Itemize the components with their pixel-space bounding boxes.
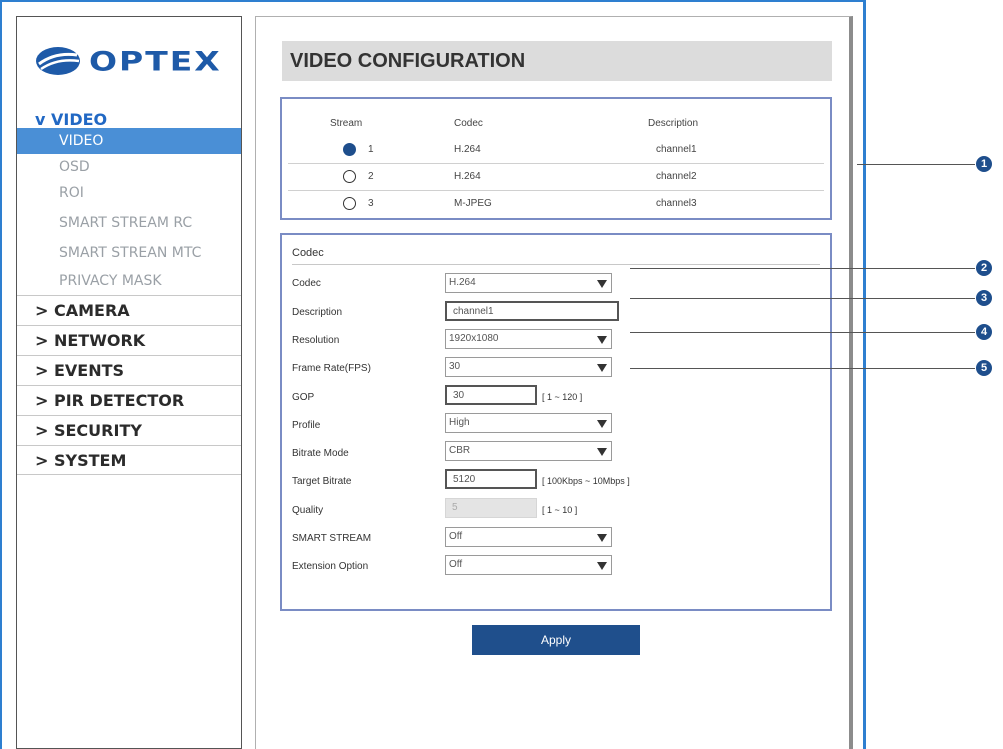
stream-header: Stream (330, 118, 363, 129)
stream-codec: H.264 (454, 171, 481, 182)
row-divider (288, 163, 824, 164)
nav-section-security[interactable]: > SECURITY (17, 415, 241, 445)
chevron-down-icon (597, 336, 607, 344)
codec-settings-box: Codec Codec H.264 Description channel1 R… (280, 233, 832, 611)
description-label: Description (292, 307, 343, 318)
target-bitrate-range-hint: [ 100Kbps ~ 10Mbps ] (542, 476, 630, 486)
row-divider (288, 190, 824, 191)
codec-select[interactable]: H.264 (445, 273, 612, 293)
apply-button[interactable]: Apply (472, 625, 640, 655)
sidebar-item-roi[interactable]: ROI (17, 180, 241, 206)
smart-stream-select-value: Off (449, 531, 463, 542)
brand-name: OPTEX (89, 45, 222, 77)
stream-codec: H.264 (454, 144, 481, 155)
sidebar-item-privacy-mask[interactable]: PRIVACY MASK (17, 268, 241, 294)
nav-section-system[interactable]: > SYSTEM (17, 445, 241, 475)
quality-input: 5 (445, 498, 537, 518)
gop-label: GOP (292, 392, 315, 403)
chevron-down-icon (597, 448, 607, 456)
bitrate-mode-select-value: CBR (449, 445, 471, 456)
stream-number: 3 (368, 198, 374, 209)
stream-row-2[interactable]: 2 H.264 channel2 (282, 170, 830, 196)
target-bitrate-input[interactable]: 5120 (445, 469, 537, 489)
profile-select-value: High (449, 417, 470, 428)
stream-radio-3[interactable] (343, 197, 356, 210)
callout-badge-5: 5 (976, 360, 992, 376)
codec-label: Codec (292, 278, 321, 289)
description-input[interactable]: channel1 (445, 301, 619, 321)
stream-number: 2 (368, 171, 374, 182)
extension-option-label: Extension Option (292, 561, 369, 572)
optex-logo-icon (36, 47, 80, 75)
codec-header: Codec (454, 118, 483, 129)
codec-select-value: H.264 (449, 277, 476, 288)
resolution-label: Resolution (292, 335, 340, 346)
section-divider (292, 264, 820, 265)
sidebar-item-osd[interactable]: OSD (17, 154, 241, 180)
extension-option-select-value: Off (449, 559, 463, 570)
chevron-down-icon (597, 534, 607, 542)
extension-option-select[interactable]: Off (445, 555, 612, 575)
stream-table: Stream Codec Description 1 H.264 channel… (280, 97, 832, 220)
codec-section-title: Codec (292, 247, 324, 259)
nav-section-video[interactable]: v VIDEO (35, 110, 107, 129)
callout-badge-1: 1 (976, 156, 992, 172)
stream-description: channel1 (656, 144, 697, 155)
nav-section-pir-detector[interactable]: > PIR DETECTOR (17, 385, 241, 415)
stream-description: channel3 (656, 198, 697, 209)
quality-range-hint: [ 1 ~ 10 ] (542, 505, 578, 515)
stream-radio-1[interactable] (343, 143, 356, 156)
callout-badge-2: 2 (976, 260, 992, 276)
chevron-down-icon (597, 420, 607, 428)
main-panel: VIDEO CONFIGURATION Stream Codec Descrip… (255, 16, 853, 749)
nav-section-events[interactable]: > EVENTS (17, 355, 241, 385)
frame-rate-select[interactable]: 30 (445, 357, 612, 377)
resolution-select-value: 1920x1080 (449, 333, 499, 344)
nav-section-camera[interactable]: > CAMERA (17, 295, 241, 325)
callout-line-5 (630, 368, 975, 369)
sidebar-item-smart-stream-rc[interactable]: SMART STREAM RC (17, 210, 241, 236)
profile-label: Profile (292, 420, 321, 431)
stream-row-3[interactable]: 3 M-JPEG channel3 (282, 197, 830, 223)
page-title: VIDEO CONFIGURATION (282, 41, 832, 81)
stream-description: channel2 (656, 171, 697, 182)
smart-stream-select[interactable]: Off (445, 527, 612, 547)
bitrate-mode-select[interactable]: CBR (445, 441, 612, 461)
smart-stream-label: SMART STREAM (292, 533, 372, 544)
sidebar: OPTEX v VIDEO VIDEO OSD ROI SMART STREAM… (16, 16, 242, 749)
profile-select[interactable]: High (445, 413, 612, 433)
optex-logo: OPTEX (35, 43, 222, 79)
callout-line-4 (630, 332, 975, 333)
callout-badge-4: 4 (976, 324, 992, 340)
callout-line-1 (857, 164, 975, 165)
description-header: Description (648, 118, 699, 129)
frame-rate-label: Frame Rate(FPS) (292, 363, 371, 374)
gop-range-hint: [ 1 ~ 120 ] (542, 392, 583, 402)
frame-rate-select-value: 30 (449, 361, 461, 372)
chevron-down-icon (597, 280, 607, 288)
sidebar-item-video[interactable]: VIDEO (17, 128, 241, 154)
chevron-down-icon (597, 562, 607, 570)
sidebar-item-smart-stream-mtc[interactable]: SMART STREAN MTC (17, 240, 241, 266)
callout-badge-3: 3 (976, 290, 992, 306)
nav-section-network[interactable]: > NETWORK (17, 325, 241, 355)
stream-number: 1 (368, 144, 374, 155)
callout-line-2 (630, 268, 975, 269)
callout-line-3 (630, 298, 975, 299)
gop-input[interactable]: 30 (445, 385, 537, 405)
bitrate-mode-label: Bitrate Mode (292, 448, 349, 459)
stream-radio-2[interactable] (343, 170, 356, 183)
chevron-down-icon (597, 364, 607, 372)
quality-label: Quality (292, 505, 324, 516)
resolution-select[interactable]: 1920x1080 (445, 329, 612, 349)
stream-row-1[interactable]: 1 H.264 channel1 (282, 143, 830, 169)
stream-codec: M-JPEG (454, 198, 492, 209)
target-bitrate-label: Target Bitrate (292, 476, 352, 487)
